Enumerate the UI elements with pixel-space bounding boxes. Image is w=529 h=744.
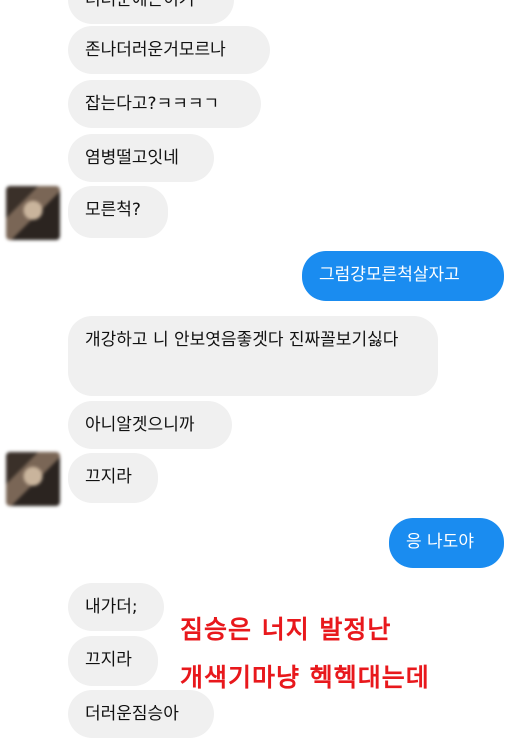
sender-avatar[interactable]: [6, 186, 60, 240]
message-bubble-incoming: 더러운짐승아: [68, 690, 214, 738]
message-bubble-incoming: 끄지라: [68, 636, 158, 686]
sender-avatar[interactable]: [6, 452, 60, 506]
message-bubble-incoming: 더러운에는이거: [68, 0, 234, 24]
message-bubble-incoming: 염병떨고잇네: [68, 134, 214, 182]
message-bubble-incoming: 아니알겟으니까: [68, 401, 232, 449]
message-bubble-incoming: 끄지라: [68, 453, 158, 503]
message-bubble-outgoing: 응 나도야: [389, 518, 504, 568]
caption-line-2: 개색기마냥 헥헥대는데: [180, 663, 430, 692]
caption-line-1: 짐승은 너지 발정난: [180, 615, 392, 644]
message-bubble-incoming: 개강하고 니 안보엿음좋겟다 진짜꼴보기싫다: [68, 316, 438, 396]
message-bubble-outgoing: 그럼걍모른척살자고: [302, 251, 504, 301]
message-bubble-incoming: 내가더;: [68, 583, 164, 631]
message-bubble-incoming: 존나더러운거모르나: [68, 26, 270, 74]
message-bubble-incoming: 모른척?: [68, 186, 168, 238]
message-bubble-incoming: 잡는다고?ㅋㅋㅋㄱ: [68, 80, 261, 128]
